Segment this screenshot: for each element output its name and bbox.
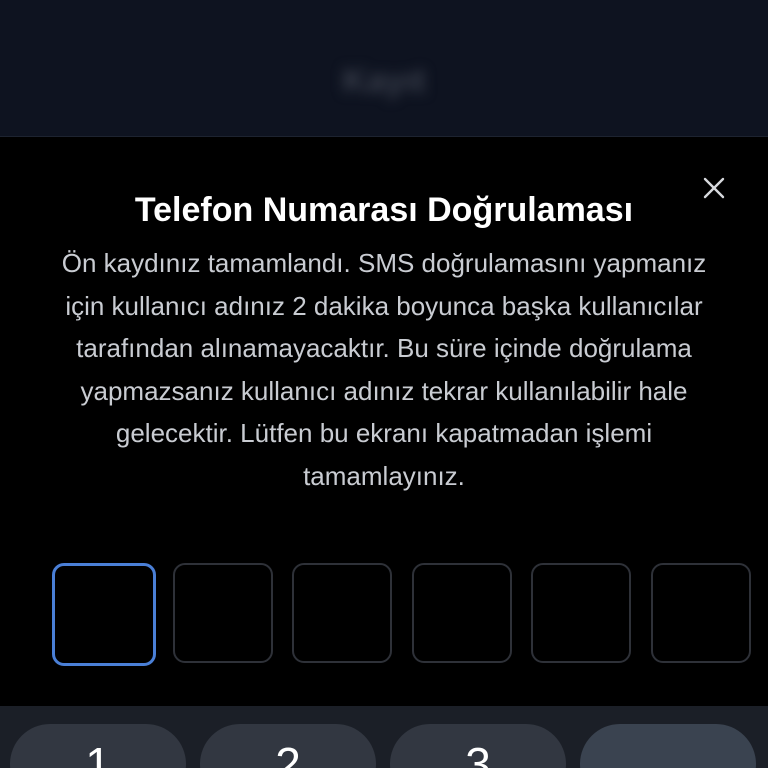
numeric-keypad: 1 2 3 <box>0 706 768 768</box>
otp-digit-3[interactable] <box>292 563 392 663</box>
otp-digit-5[interactable] <box>531 563 631 663</box>
otp-digit-6[interactable] <box>651 563 751 663</box>
background-header: Kayıt <box>0 0 768 136</box>
dialog-title: Telefon Numarası Doğrulaması <box>134 191 634 229</box>
key-3[interactable]: 3 <box>390 724 566 768</box>
key-2[interactable]: 2 <box>200 724 376 768</box>
otp-input-group <box>52 563 752 666</box>
key-1[interactable]: 1 <box>10 724 186 768</box>
otp-digit-2[interactable] <box>173 563 273 663</box>
key-action[interactable] <box>580 724 756 768</box>
otp-digit-1[interactable] <box>52 563 156 666</box>
otp-digit-4[interactable] <box>412 563 512 663</box>
dialog-description: Ön kaydınız tamamlandı. SMS doğrulamasın… <box>61 248 707 491</box>
background-title: Kayıt <box>342 62 426 100</box>
